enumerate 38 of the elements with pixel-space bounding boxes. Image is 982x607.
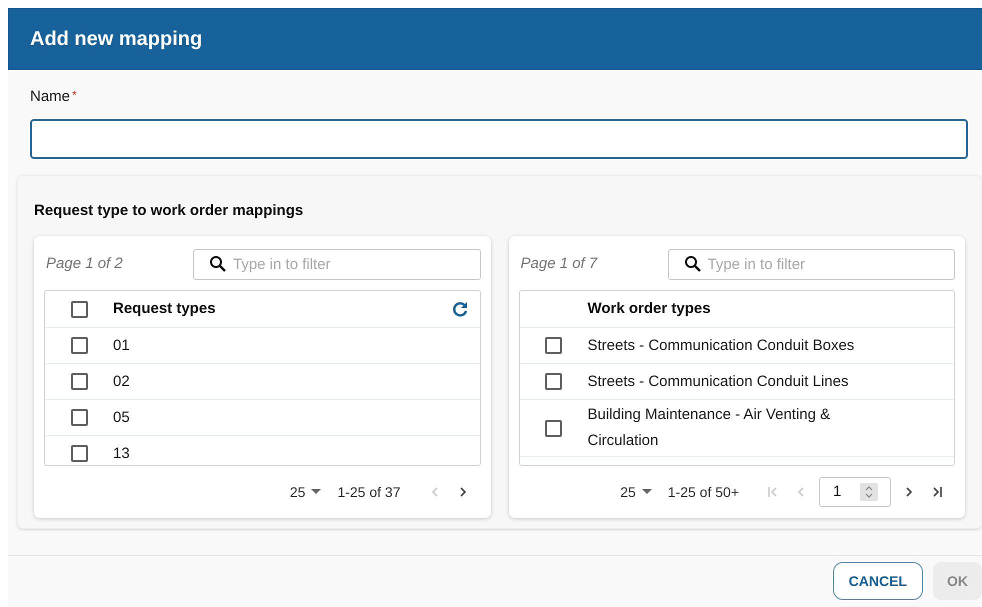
- page-range: 1-25 of 50+: [668, 482, 739, 502]
- table-cell-text: Building Maintenance - Air Venting & Circulation: [588, 405, 832, 451]
- page-range: 1-25 of 37: [337, 482, 400, 502]
- dialog-title: Add new mapping: [30, 27, 202, 52]
- table-cell-text: 13: [113, 444, 130, 464]
- section-title: Request type to work order mappings: [34, 200, 304, 220]
- caret-icon: [311, 489, 322, 495]
- search-icon: [209, 254, 227, 272]
- field-label: Name: [30, 87, 70, 107]
- checkbox[interactable]: [545, 337, 562, 354]
- cancel-button[interactable]: CANCEL: [832, 562, 923, 600]
- checkbox[interactable]: [545, 420, 562, 436]
- column-header: Work order types: [588, 298, 712, 319]
- checkbox[interactable]: [70, 300, 88, 318]
- checkbox[interactable]: [70, 445, 88, 462]
- column-header: Request types: [113, 298, 217, 319]
- table-cell-text: 01: [113, 336, 130, 356]
- page-number-field[interactable]: 1: [819, 477, 891, 507]
- filter-field[interactable]: Type in to filter: [193, 248, 480, 280]
- caret-icon: [642, 489, 652, 495]
- checkbox[interactable]: [545, 373, 562, 390]
- checkbox[interactable]: [70, 409, 88, 426]
- page-size-dropdown[interactable]: 25: [290, 482, 322, 502]
- spinner-icon[interactable]: [860, 483, 878, 501]
- page-size-dropdown[interactable]: 25: [620, 482, 652, 502]
- required-mark: *: [72, 87, 77, 104]
- table-cell-text: Streets - Communication Conduit Boxes: [588, 336, 854, 356]
- last-page-icon[interactable]: [931, 486, 943, 498]
- checkbox[interactable]: [70, 337, 88, 354]
- table-cell-text: 02: [113, 372, 130, 392]
- checkbox[interactable]: [70, 373, 88, 390]
- page-indicator: Page 1 of 2: [45, 254, 124, 274]
- page-indicator: Page 1 of 7: [520, 254, 599, 274]
- filter-field[interactable]: Type in to filter: [668, 248, 955, 280]
- search-icon: [684, 254, 702, 272]
- table-cell-text: Streets - Communication Conduit Lines: [588, 372, 848, 392]
- table-cell-text: 05: [113, 408, 130, 428]
- name-input-field[interactable]: [30, 118, 968, 158]
